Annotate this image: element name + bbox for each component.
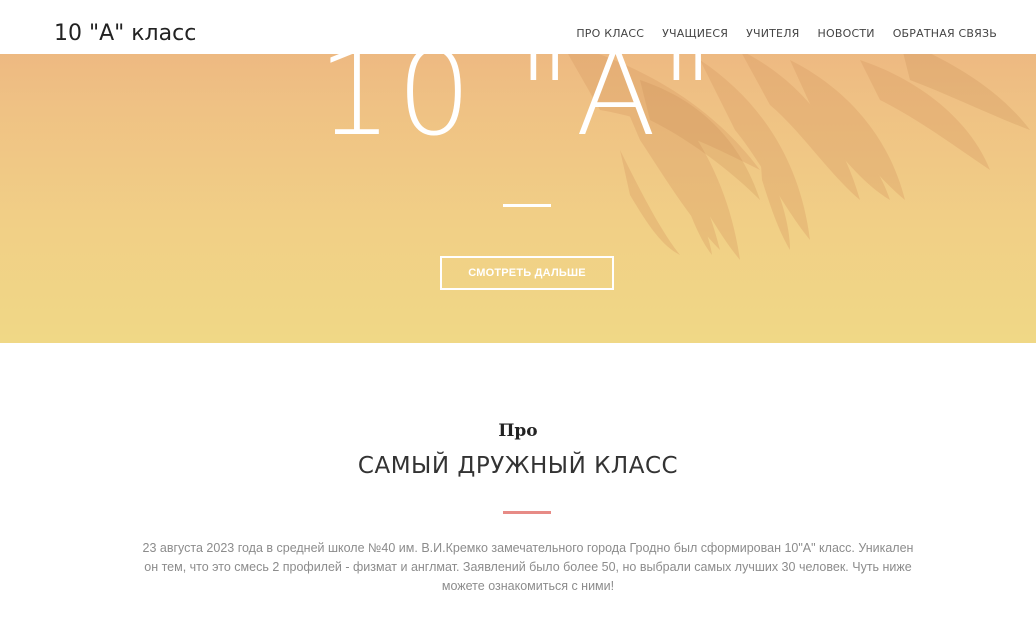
hero-divider [503, 204, 551, 207]
see-more-button[interactable]: СМОТРЕТЬ ДАЛЬШЕ [440, 256, 614, 290]
brand-logo-text[interactable]: 10 "А" класс [54, 20, 196, 48]
nav-item-about[interactable]: ПРО КЛАСС [576, 27, 644, 40]
nav-item-teachers[interactable]: УЧИТЕЛЯ [746, 27, 799, 40]
top-navbar: 10 "А" класс ПРО КЛАСС УЧАЩИЕСЯ УЧИТЕЛЯ … [0, 0, 1036, 54]
nav-item-students[interactable]: УЧАЩИЕСЯ [662, 27, 728, 40]
about-title: САМЫЙ ДРУЖНЫЙ КЛАСС [357, 453, 679, 479]
about-divider [503, 511, 551, 514]
nav-item-feedback[interactable]: ОБРАТНАЯ СВЯЗЬ [893, 27, 997, 40]
about-section: Про САМЫЙ ДРУЖНЫЙ КЛАСС 23 августа 2023 … [0, 343, 1036, 623]
about-text: 23 августа 2023 года в средней школе №40… [142, 541, 914, 593]
nav-item-news[interactable]: НОВОСТИ [818, 27, 875, 40]
about-pretitle: Про [498, 421, 538, 441]
nav-menu: ПРО КЛАСС УЧАЩИЕСЯ УЧИТЕЛЯ НОВОСТИ ОБРАТ… [576, 27, 997, 40]
